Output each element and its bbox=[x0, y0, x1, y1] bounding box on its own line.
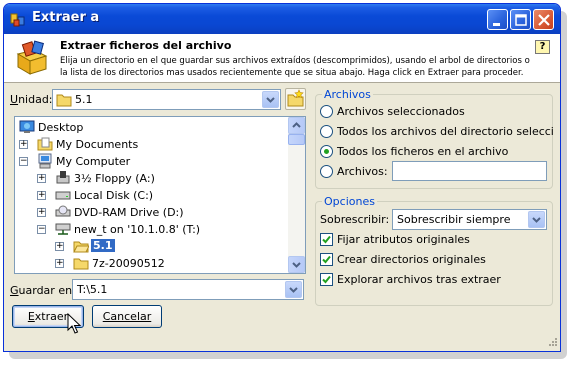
tree-item-label: new_t on '10.1.0.8' (T:) bbox=[74, 223, 201, 236]
save-in-dropdown-arrow[interactable] bbox=[285, 281, 302, 298]
tree-item-label: Desktop bbox=[38, 121, 84, 134]
tree-item-label: 5.1 bbox=[91, 239, 115, 252]
radio-all-files[interactable] bbox=[320, 145, 333, 158]
check-attributes-label[interactable]: Fijar atributos originales bbox=[337, 233, 470, 246]
archive-icon bbox=[16, 40, 48, 75]
maximize-button[interactable] bbox=[510, 9, 531, 30]
opciones-legend: Opciones bbox=[322, 195, 377, 208]
check-directories[interactable] bbox=[320, 253, 333, 266]
desktop-icon bbox=[19, 120, 35, 133]
close-button[interactable] bbox=[533, 9, 554, 30]
dvd-drive-icon bbox=[55, 205, 71, 217]
collapse-icon[interactable]: − bbox=[37, 225, 46, 234]
tree-item-label: 7z-20090512 bbox=[92, 257, 165, 270]
expand-icon[interactable]: + bbox=[37, 174, 46, 183]
cancel-button[interactable]: Cancelar bbox=[92, 305, 162, 328]
expand-icon[interactable]: + bbox=[37, 208, 46, 217]
header-description: Elija un directorio en el que guardar su… bbox=[60, 56, 530, 78]
app-icon bbox=[10, 13, 25, 27]
network-drive-icon bbox=[55, 223, 71, 235]
radio-selected-files[interactable] bbox=[320, 105, 333, 118]
overwrite-dropdown-arrow[interactable] bbox=[528, 211, 545, 228]
my-documents-icon bbox=[37, 137, 53, 151]
extract-button-label: xtraer bbox=[34, 310, 69, 323]
unit-label: Unidad: bbox=[10, 93, 53, 106]
files-input[interactable] bbox=[392, 161, 547, 181]
unit-value: 5.1 bbox=[75, 93, 93, 106]
overwrite-value: Sobrescribir siempre bbox=[397, 213, 511, 226]
tree-scrollbar[interactable] bbox=[288, 117, 305, 273]
header-title: Extraer ficheros del archivo bbox=[60, 39, 232, 52]
folder-open-icon bbox=[73, 241, 89, 253]
overwrite-combo[interactable]: Sobrescribir siempre bbox=[392, 209, 547, 230]
scroll-thumb[interactable] bbox=[288, 134, 305, 145]
scroll-up-button[interactable] bbox=[288, 117, 305, 134]
check-attributes[interactable] bbox=[320, 233, 333, 246]
expand-icon[interactable]: + bbox=[55, 259, 64, 268]
archivos-legend: Archivos bbox=[322, 88, 373, 101]
radio-selected-files-label[interactable]: Archivos seleccionados bbox=[337, 105, 465, 118]
extract-button-accel: E bbox=[27, 310, 35, 323]
check-explore[interactable] bbox=[320, 273, 333, 286]
close-icon bbox=[538, 14, 550, 26]
my-computer-icon bbox=[38, 153, 52, 169]
floppy-drive-icon bbox=[56, 171, 70, 184]
checkmark-icon bbox=[322, 275, 331, 284]
window-title: Extraer a bbox=[32, 10, 100, 25]
extract-dialog: Extraer a Extraer ficheros del archivo E… bbox=[3, 3, 561, 352]
expand-icon[interactable]: + bbox=[19, 140, 28, 149]
maximize-icon bbox=[515, 14, 527, 26]
save-in-value: T:\5.1 bbox=[77, 283, 108, 296]
overwrite-label: Sobrescribir: bbox=[320, 213, 390, 226]
expand-icon[interactable]: + bbox=[55, 242, 64, 251]
save-in-label-accel: G bbox=[10, 284, 19, 297]
hard-disk-icon bbox=[55, 191, 71, 200]
tree-item-label: My Documents bbox=[56, 138, 139, 151]
title-bar[interactable]: Extraer a bbox=[4, 4, 560, 34]
resize-grip-icon[interactable] bbox=[546, 337, 558, 349]
unit-label-text: nidad: bbox=[18, 93, 53, 106]
minimize-button[interactable] bbox=[487, 9, 508, 30]
chevron-up-icon bbox=[292, 122, 301, 128]
tree-item-label: 3½ Floppy (A:) bbox=[74, 172, 155, 185]
radio-all-in-folder-label[interactable]: Todos los archivos del directorio selecc… bbox=[337, 125, 553, 138]
tree-item-label: My Computer bbox=[56, 155, 131, 168]
check-directories-label[interactable]: Crear directorios originales bbox=[337, 253, 486, 266]
save-in-combo[interactable]: T:\5.1 bbox=[72, 279, 304, 300]
chevron-down-icon bbox=[289, 287, 298, 293]
folder-icon bbox=[73, 258, 89, 270]
save-in-label: Guardar en: bbox=[10, 284, 76, 297]
radio-files[interactable] bbox=[320, 165, 333, 178]
cursor-pointer-icon bbox=[67, 313, 81, 334]
unit-combo[interactable]: 5.1 bbox=[52, 89, 281, 110]
chevron-down-icon bbox=[532, 217, 541, 223]
radio-files-label[interactable]: Archivos: bbox=[337, 165, 388, 178]
minimize-icon bbox=[493, 23, 500, 26]
check-explore-label[interactable]: Explorar archivos tras extraer bbox=[337, 273, 501, 286]
checkmark-icon bbox=[322, 255, 331, 264]
new-folder-button[interactable] bbox=[285, 88, 306, 110]
folder-icon bbox=[56, 94, 72, 107]
unit-label-accel: U bbox=[10, 93, 19, 106]
radio-all-in-folder[interactable] bbox=[320, 125, 333, 138]
scroll-down-button[interactable] bbox=[288, 256, 305, 273]
dialog-header: Extraer ficheros del archivo Elija un di… bbox=[4, 34, 560, 83]
help-icon[interactable]: ? bbox=[535, 40, 550, 54]
cancel-button-label: Cancelar bbox=[102, 310, 152, 323]
collapse-icon[interactable]: − bbox=[19, 157, 28, 166]
checkmark-icon bbox=[322, 235, 331, 244]
radio-all-files-label[interactable]: Todos los ficheros en el archivo bbox=[337, 145, 508, 158]
chevron-down-icon bbox=[266, 97, 275, 103]
tree-item-label: Local Disk (C:) bbox=[74, 189, 154, 202]
directory-tree[interactable]: Desktop + My Documents − My Computer + 3… bbox=[14, 116, 306, 274]
chevron-down-icon bbox=[292, 262, 301, 268]
expand-icon[interactable]: + bbox=[37, 191, 46, 200]
save-in-label-text: uardar en: bbox=[18, 284, 76, 297]
tree-item-label: DVD-RAM Drive (D:) bbox=[74, 206, 184, 219]
unit-dropdown-arrow[interactable] bbox=[262, 91, 279, 108]
new-folder-icon bbox=[287, 89, 304, 107]
